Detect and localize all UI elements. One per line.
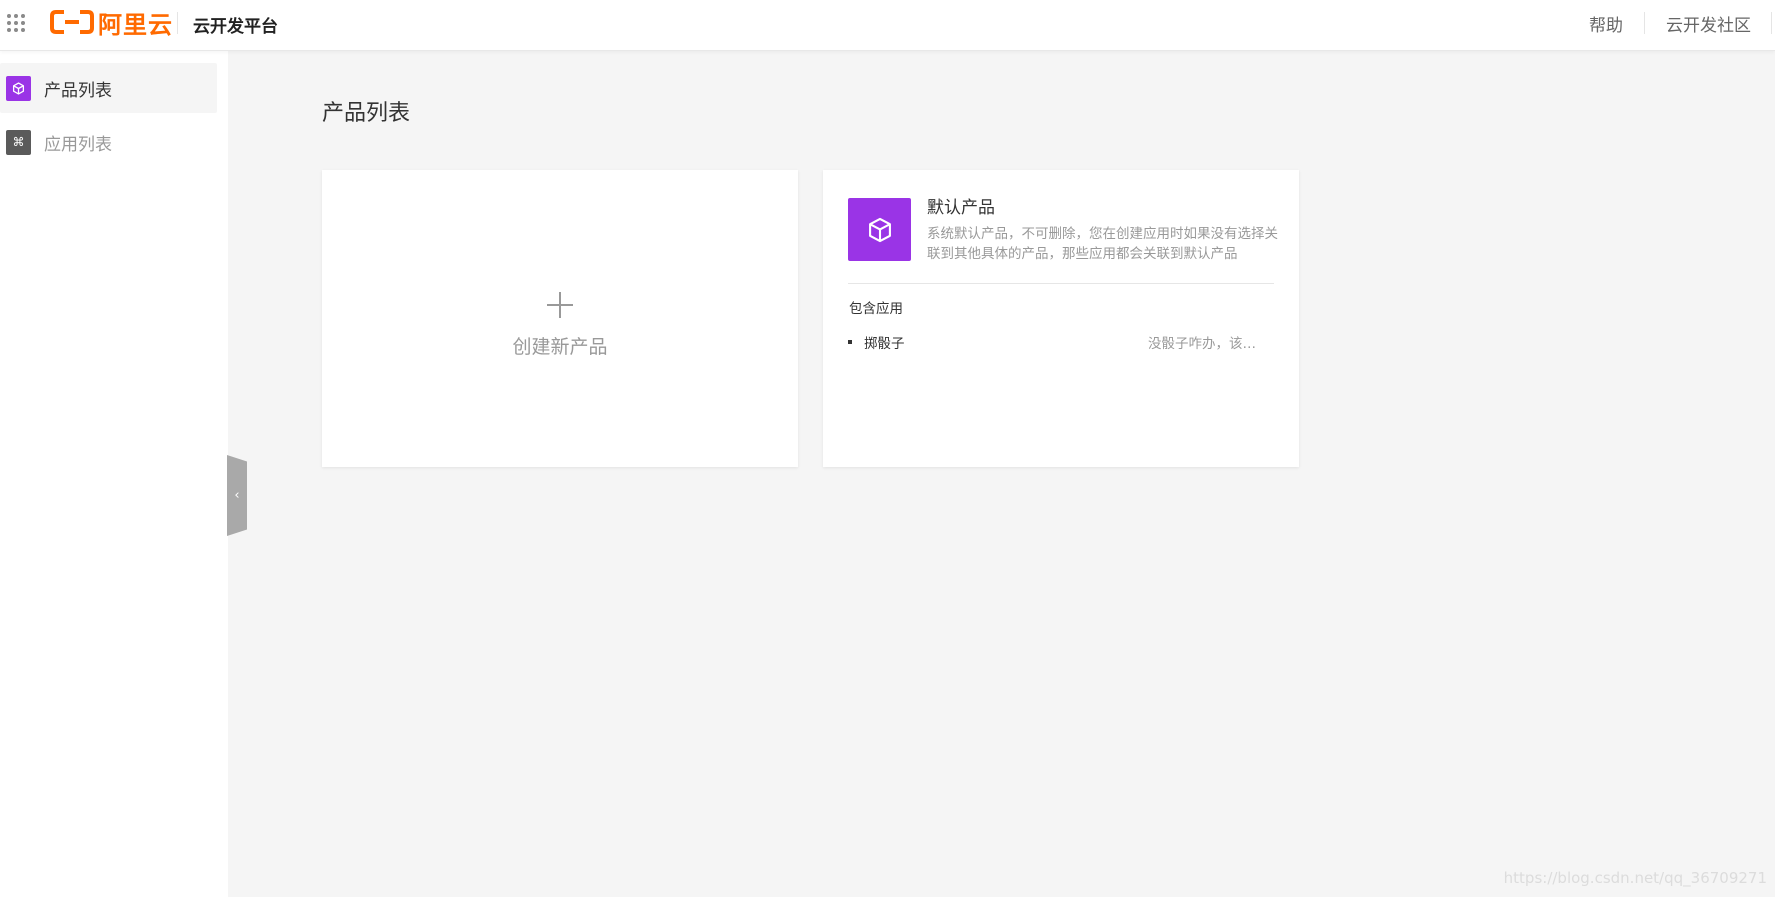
help-link[interactable]: 帮助 xyxy=(1589,11,1623,36)
sidebar-item-label: 应用列表 xyxy=(44,134,112,155)
sidebar-item-app-list[interactable]: ⌘ 应用列表 xyxy=(0,117,217,167)
sidebar-collapse-toggle[interactable]: ‹ xyxy=(227,455,247,536)
bullet-icon xyxy=(848,340,852,344)
page-title: 产品列表 xyxy=(322,101,411,126)
create-product-card[interactable]: 创建新产品 xyxy=(322,170,798,467)
header-link-divider-right xyxy=(1771,12,1772,34)
command-icon: ⌘ xyxy=(6,129,31,155)
header-divider xyxy=(177,12,178,34)
list-item[interactable]: 掷骰子 没骰子咋办，该用骰子的时候 xyxy=(848,332,1268,352)
top-bar: 阿里云 云开发平台 帮助 云开发社区 xyxy=(0,0,1775,51)
app-name: 掷骰子 xyxy=(864,336,905,352)
watermark: https://blog.csdn.net/qq_36709271 xyxy=(1503,869,1767,887)
apps-grid-icon[interactable] xyxy=(7,14,25,32)
product-name: 默认产品 xyxy=(927,198,995,218)
chevron-left-icon: ‹ xyxy=(234,488,240,503)
aliyun-logo[interactable]: 阿里云 xyxy=(50,9,173,39)
plus-icon xyxy=(547,292,573,318)
included-apps-heading: 包含应用 xyxy=(849,301,903,317)
header-link-divider xyxy=(1644,12,1645,34)
platform-title: 云开发平台 xyxy=(193,17,278,37)
product-cube-icon xyxy=(848,198,911,261)
product-card[interactable]: 默认产品 系统默认产品，不可删除，您在创建应用时如果没有选择关联到其他具体的产品… xyxy=(823,170,1299,467)
cube-icon xyxy=(6,75,31,101)
sidebar-item-label: 产品列表 xyxy=(44,80,112,101)
app-description: 没骰子咋办，该用骰子的时候 xyxy=(1148,336,1268,352)
divider xyxy=(848,283,1274,284)
community-link[interactable]: 云开发社区 xyxy=(1666,11,1751,36)
sidebar: 产品列表 ⌘ 应用列表 xyxy=(0,51,228,897)
aliyun-logo-icon xyxy=(50,10,94,34)
sidebar-item-product-list[interactable]: 产品列表 xyxy=(0,63,217,113)
logo-text: 阿里云 xyxy=(98,10,173,39)
product-description: 系统默认产品，不可删除，您在创建应用时如果没有选择关联到其他具体的产品，那些应用… xyxy=(927,226,1278,262)
create-product-label: 创建新产品 xyxy=(512,336,608,358)
